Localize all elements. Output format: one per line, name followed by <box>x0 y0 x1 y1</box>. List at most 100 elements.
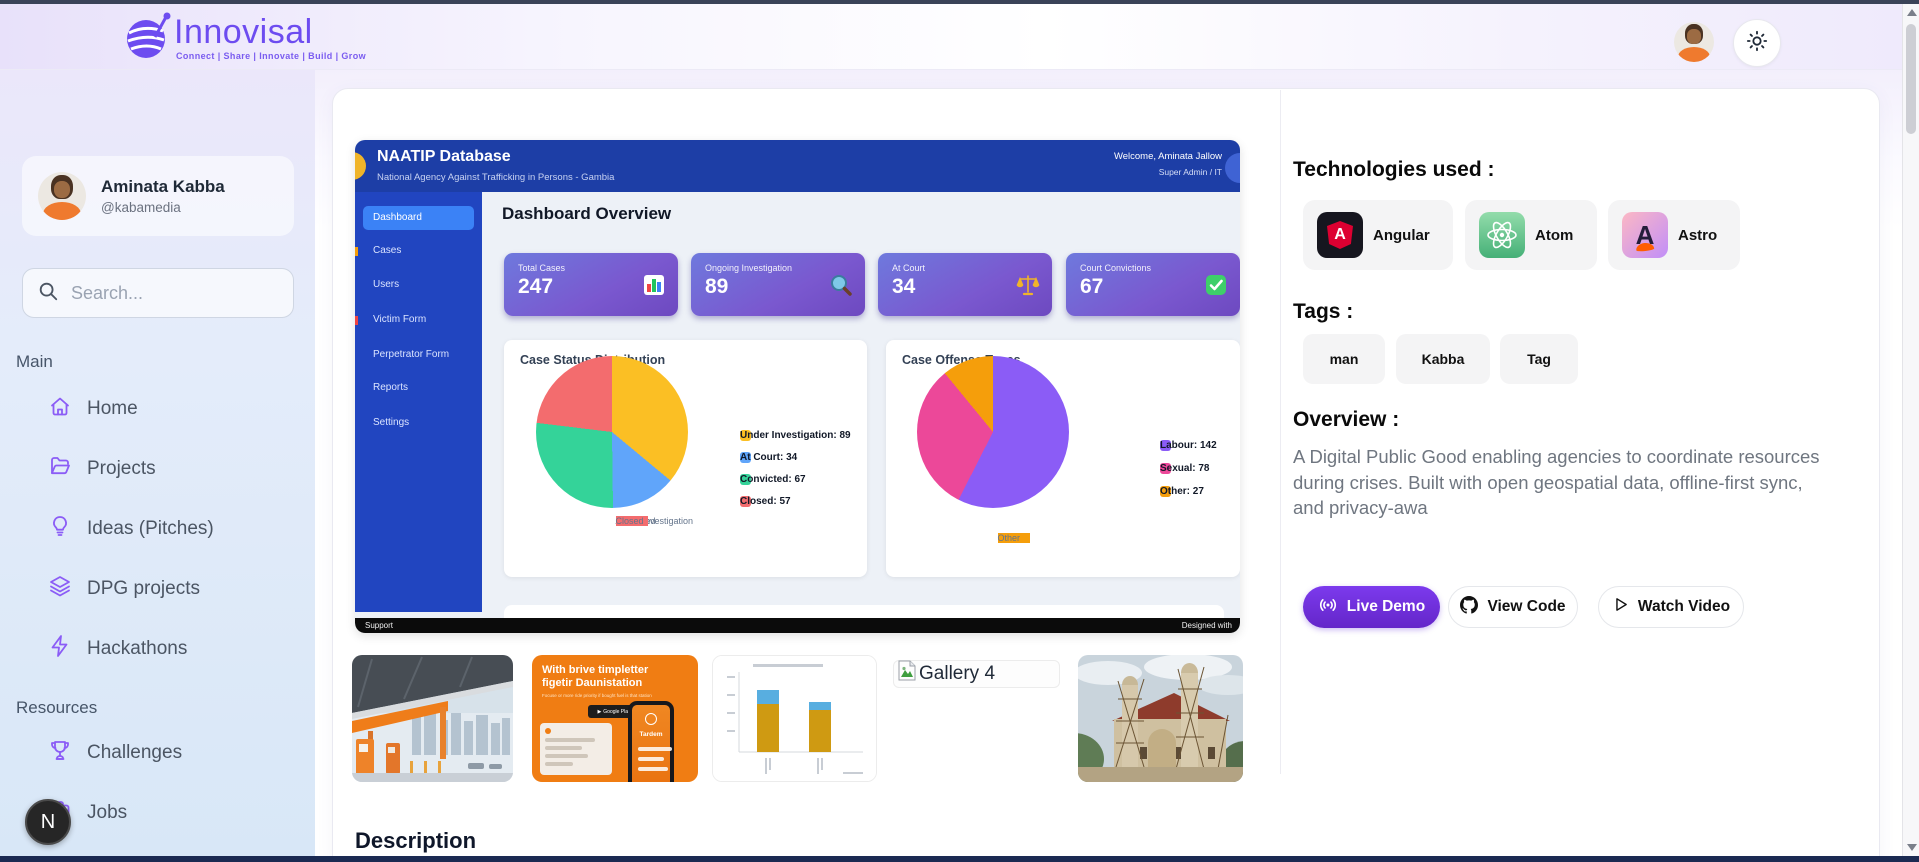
dashboard-page-title: Dashboard Overview <box>502 204 671 224</box>
bar-chart-icon <box>642 273 666 297</box>
scrollbar-thumb[interactable] <box>1906 24 1916 134</box>
dashboard-user-avatar <box>1225 153 1240 183</box>
tech-chip-angular: A Angular <box>1303 200 1453 270</box>
nav-cut-icon <box>355 316 358 325</box>
nav-cut-icon <box>355 247 358 256</box>
dashboard-welcome: Welcome, Aminata Jallow <box>922 151 1222 162</box>
window-top-edge <box>0 0 1919 4</box>
broadcast-icon <box>1318 595 1338 620</box>
tech-name: Angular <box>1373 227 1430 244</box>
sidebar-item-home[interactable]: Home <box>16 388 301 430</box>
sidebar-item-challenges[interactable]: Challenges <box>16 732 301 774</box>
dashboard-nav-users: Users <box>373 279 473 293</box>
sidebar-item-label: Challenges <box>87 742 182 764</box>
badge-letter: N <box>41 811 55 834</box>
stat-label: At Court <box>892 263 1038 273</box>
live-demo-label: Live Demo <box>1347 598 1425 616</box>
nextjs-dev-badge[interactable]: N <box>25 799 71 845</box>
tech-name: Atom <box>1535 227 1573 244</box>
angular-logo-icon: A <box>1317 212 1363 258</box>
overview-title: Overview : <box>1293 408 1399 432</box>
dashboard-title: NAATIP Database <box>377 148 511 166</box>
play-icon <box>1612 596 1629 618</box>
layers-icon <box>48 574 72 604</box>
dashboard-footer: Support Designed with <box>355 618 1240 633</box>
dashboard-nav-reports: Reports <box>373 382 473 396</box>
view-code-label: View Code <box>1487 598 1565 616</box>
user-name: Aminata Kabba <box>101 177 225 197</box>
panel-divider <box>1280 90 1281 774</box>
stat-label: Court Convictions <box>1080 263 1226 273</box>
sidebar-user-card[interactable]: Aminata Kabba @kabamedia <box>22 156 294 236</box>
gallery-thumb-2-app-flyer[interactable]: With brive timpletter figetir Daunistati… <box>532 655 698 782</box>
overview-text: A Digital Public Good enabling agencies … <box>1293 444 1820 521</box>
atom-logo-icon <box>1479 212 1525 258</box>
stat-card-total-cases: Total Cases 247 <box>504 253 678 316</box>
dashboard-nav-victim-form: Victim Form <box>373 314 473 328</box>
flyer-heading: With brive timpletter figetir Daunistati… <box>542 664 648 690</box>
technologies-title: Technologies used : <box>1293 158 1494 182</box>
broken-image-alt: Gallery 4 <box>919 663 995 685</box>
home-icon <box>48 394 72 424</box>
page: { "header": { "brand": "Innovisal", "tag… <box>0 0 1919 862</box>
stat-card-ongoing-investigation: Ongoing Investigation 89 <box>691 253 865 316</box>
tag-tag: Tag <box>1500 334 1578 384</box>
sidebar-item-label: Hackathons <box>87 638 187 660</box>
sidebar-item-hackathons[interactable]: Hackathons <box>16 628 301 670</box>
section-label-resources: Resources <box>16 698 97 718</box>
header-user-avatar[interactable] <box>1674 22 1714 62</box>
dashboard-subtitle: National Agency Against Trafficking in P… <box>377 172 614 183</box>
dashboard-nav-perpetrator-form: Perpetrator Form <box>373 349 473 363</box>
dashboard-header: NAATIP Database National Agency Against … <box>355 140 1240 192</box>
sidebar-item-label: Ideas (Pitches) <box>87 518 214 540</box>
sidebar-item-label: DPG projects <box>87 578 200 600</box>
tech-name: Astro <box>1678 227 1717 244</box>
trophy-icon <box>48 738 72 768</box>
sidebar-item-dpg-projects[interactable]: DPG projects <box>16 568 301 610</box>
gallery-thumb-3-chart[interactable] <box>712 655 877 782</box>
sidebar-item-projects[interactable]: Projects <box>16 448 301 490</box>
page-scrollbar[interactable] <box>1902 0 1919 862</box>
magnifier-icon <box>829 273 853 297</box>
chart-card-case-status: Case Status Distribution Under Investiga… <box>504 340 867 577</box>
sidebar-item-label: Projects <box>87 458 156 480</box>
view-code-button[interactable]: View Code <box>1448 586 1578 628</box>
check-icon <box>1204 273 1228 297</box>
sidebar-user-avatar <box>38 172 86 220</box>
sidebar-item-ideas[interactable]: Ideas (Pitches) <box>16 508 301 550</box>
astro-logo-icon: A <box>1622 212 1668 258</box>
stat-card-at-court: At Court 34 <box>878 253 1052 316</box>
stat-label: Ongoing Investigation <box>705 263 851 273</box>
lightbulb-icon <box>48 514 72 544</box>
dashboard-nav-cases: Cases <box>373 245 473 259</box>
window-bottom-edge <box>0 856 1919 862</box>
dashboard-nav-dashboard: Dashboard <box>363 206 474 230</box>
dashboard-role: Super Admin / IT <box>922 167 1222 177</box>
pie-chart-offense-types <box>917 356 1069 508</box>
pie-chart-case-status <box>536 356 688 508</box>
tag-kabba: Kabba <box>1396 334 1490 384</box>
gallery-thumb-1-gas-station[interactable] <box>352 655 513 782</box>
search-box[interactable] <box>22 268 294 318</box>
sidebar-item-label: Home <box>87 398 138 420</box>
gallery-thumb-5-building[interactable] <box>1078 655 1243 782</box>
dashboard-nav-settings: Settings <box>373 417 473 431</box>
flyer-phone-mockup: Tardem <box>628 701 674 782</box>
search-input[interactable] <box>71 283 279 304</box>
brand-tagline: Connect | Share | Innovate | Build | Gro… <box>176 51 366 61</box>
search-icon <box>37 280 59 307</box>
watch-video-button[interactable]: Watch Video <box>1598 586 1744 628</box>
brand-name: Innovisal <box>174 13 313 52</box>
lightning-icon <box>48 634 72 664</box>
flyer-subtitle: Focuse or more ride priority if bought f… <box>542 693 692 698</box>
section-label-main: Main <box>16 352 53 372</box>
dashboard-logo-circle <box>355 152 366 180</box>
scroll-down-arrow[interactable] <box>1907 844 1917 851</box>
theme-toggle-button[interactable] <box>1733 19 1781 67</box>
watch-video-label: Watch Video <box>1638 598 1730 616</box>
live-demo-button[interactable]: Live Demo <box>1303 586 1440 628</box>
project-screenshot-naatip-dashboard[interactable]: NAATIP Database National Agency Against … <box>355 140 1240 633</box>
gallery-thumb-4-broken-image[interactable]: Gallery 4 <box>893 660 1060 688</box>
tech-chip-atom: Atom <box>1465 200 1597 270</box>
scroll-up-arrow[interactable] <box>1907 9 1917 16</box>
